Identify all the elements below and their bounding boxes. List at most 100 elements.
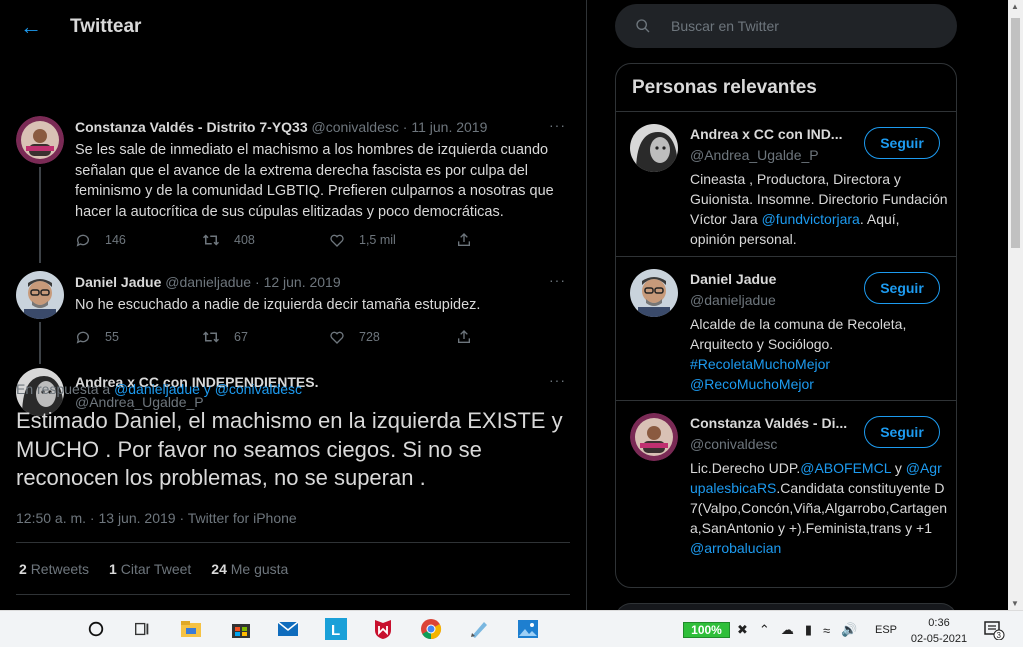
avatar[interactable] [16, 116, 64, 164]
app-pen-icon[interactable] [468, 618, 490, 640]
retweets-stat[interactable]: 2 Retweets [19, 561, 89, 577]
scrollbar-thumb[interactable] [1011, 18, 1020, 248]
store-icon[interactable] [230, 618, 252, 640]
mention-link[interactable]: @RecoMuchoMejor [690, 376, 814, 392]
scroll-down-icon[interactable]: ▼ [1011, 599, 1019, 608]
wifi-icon[interactable]: ≈ [823, 623, 830, 638]
search-icon [636, 19, 650, 33]
divider [16, 542, 570, 543]
retweet-button[interactable]: 408 [202, 232, 329, 248]
clock[interactable]: 0:36 02-05-2021 [905, 615, 973, 647]
heart-icon [330, 331, 344, 344]
person-bio: Alcalde de la comuna de Recoleta, Arquit… [690, 316, 907, 392]
card-title: Personas relevantes [616, 64, 956, 112]
task-view-icon[interactable] [131, 618, 153, 640]
app-l-icon[interactable]: L [325, 618, 347, 640]
avatar[interactable] [630, 269, 678, 317]
heart-icon [330, 234, 344, 247]
tweet-timestamp[interactable]: 12:50 a. m. · 13 jun. 2019 · Twitter for… [16, 510, 297, 526]
scroll-up-icon[interactable]: ▲ [1011, 2, 1019, 11]
tweet-date[interactable]: 11 jun. 2019 [411, 119, 487, 135]
mail-icon[interactable] [277, 618, 299, 640]
page-title: Twittear [70, 15, 142, 37]
chevron-up-icon[interactable]: ⌃ [759, 622, 770, 638]
cortana-icon[interactable] [85, 618, 107, 640]
author-handle[interactable]: @danieljadue [165, 274, 251, 290]
reply-count: 146 [105, 233, 126, 247]
more-options-icon[interactable]: ··· [549, 372, 566, 388]
person-name[interactable]: Daniel Jadue [690, 271, 776, 287]
chrome-icon[interactable] [420, 618, 442, 640]
hashtag-link[interactable]: #RecoletaMuchoMejor [690, 356, 830, 372]
more-options-icon[interactable]: ··· [549, 117, 566, 133]
main-tweet-text: Estimado Daniel, el machismo en la izqui… [16, 408, 563, 490]
person-constanza[interactable]: Constanza Valdés - Di... @conivaldesc Se… [616, 401, 956, 587]
avatar[interactable] [16, 271, 64, 319]
reply-button[interactable]: 146 [75, 232, 202, 248]
follow-button[interactable]: Seguir [864, 416, 940, 448]
search-input[interactable]: Buscar en Twitter [615, 4, 957, 48]
person-handle[interactable]: @danieljadue [690, 292, 776, 308]
likes-stat[interactable]: 24 Me gusta [211, 561, 288, 577]
back-arrow-icon[interactable]: ← [20, 14, 50, 40]
tweet-text: No he escuchado a nadie de izquierda dec… [75, 297, 481, 313]
reply-context: En respuesta a @danieljadue y @conivalde… [16, 381, 303, 397]
like-count: 728 [359, 330, 380, 344]
divider [16, 594, 570, 595]
thread-line [39, 167, 41, 263]
share-button[interactable] [456, 329, 486, 345]
mention-link[interactable]: @ABOFEMCL [800, 460, 891, 476]
person-daniel[interactable]: Daniel Jadue @danieljadue Seguir Alcalde… [616, 257, 956, 401]
photos-icon[interactable] [517, 618, 539, 640]
search-placeholder: Buscar en Twitter [671, 18, 779, 34]
onedrive-icon[interactable]: ☁ [781, 622, 794, 638]
system-tray: ✖ ⌃ ☁ ▮ ≈ 🔊 [737, 622, 868, 638]
notification-count: 3 [997, 631, 1002, 640]
volume-icon[interactable]: 🔊 [841, 622, 857, 638]
person-andrea[interactable]: Andrea x CC con IND... @Andrea_Ugalde_P … [616, 112, 956, 257]
clock-date: 02-05-2021 [910, 633, 968, 645]
follow-button[interactable]: Seguir [864, 127, 940, 159]
retweet-button[interactable]: 67 [202, 329, 329, 345]
person-bio: Cineasta , Productora, Directora y Guion… [690, 171, 948, 247]
mention-link[interactable]: @arrobalucian [690, 540, 781, 556]
power-plug-icon[interactable]: ✖ [737, 622, 748, 638]
person-name[interactable]: Constanza Valdés - Di... [690, 415, 847, 431]
like-button[interactable]: 1,5 mil [329, 232, 456, 248]
retweet-count: 408 [234, 233, 255, 247]
reply-icon [76, 331, 89, 344]
tweet-date[interactable]: 12 jun. 2019 [264, 274, 341, 290]
language-indicator[interactable]: ESP [875, 624, 897, 636]
avatar[interactable] [630, 124, 678, 172]
mention-link[interactable]: @danieljadue [114, 381, 200, 397]
share-icon [458, 330, 470, 343]
retweet-count: 67 [234, 330, 248, 344]
reply-count: 55 [105, 330, 119, 344]
battery-icon[interactable]: ▮ [805, 622, 812, 638]
author-name[interactable]: Constanza Valdés - Distrito 7-YQ33 [75, 119, 308, 135]
like-button[interactable]: 728 [329, 329, 456, 345]
person-bio: Lic.Derecho UDP.@ABOFEMCL y @Agrupalesbi… [690, 460, 948, 556]
person-name[interactable]: Andrea x CC con IND... [690, 126, 842, 142]
share-button[interactable] [456, 232, 486, 248]
author-name[interactable]: Daniel Jadue [75, 274, 161, 290]
quotes-stat[interactable]: 1 Citar Tweet [109, 561, 191, 577]
header: ← Twittear [0, 0, 586, 53]
file-explorer-icon[interactable] [180, 618, 202, 640]
mention-link[interactable]: @conivaldesc [215, 381, 302, 397]
person-handle[interactable]: @Andrea_Ugalde_P [690, 147, 819, 163]
share-icon [458, 233, 470, 246]
mcafee-icon[interactable] [372, 618, 394, 640]
more-options-icon[interactable]: ··· [549, 272, 566, 288]
avatar[interactable] [630, 413, 678, 461]
relevant-people-card: Personas relevantes Andrea x CC con IND.… [615, 63, 957, 588]
battery-indicator[interactable]: 100% [683, 622, 730, 638]
scrollbar[interactable]: ▲ ▼ [1008, 0, 1023, 610]
tweet-detail-column: ← Twittear Constanza Valdés - Distrito 7… [0, 0, 587, 610]
notifications-icon[interactable]: 3 [983, 620, 1005, 641]
mention-link[interactable]: @fundvictorjara [762, 211, 860, 227]
follow-button[interactable]: Seguir [864, 272, 940, 304]
author-handle[interactable]: @conivaldesc [312, 119, 399, 135]
person-handle[interactable]: @conivaldesc [690, 436, 777, 452]
reply-button[interactable]: 55 [75, 329, 202, 345]
